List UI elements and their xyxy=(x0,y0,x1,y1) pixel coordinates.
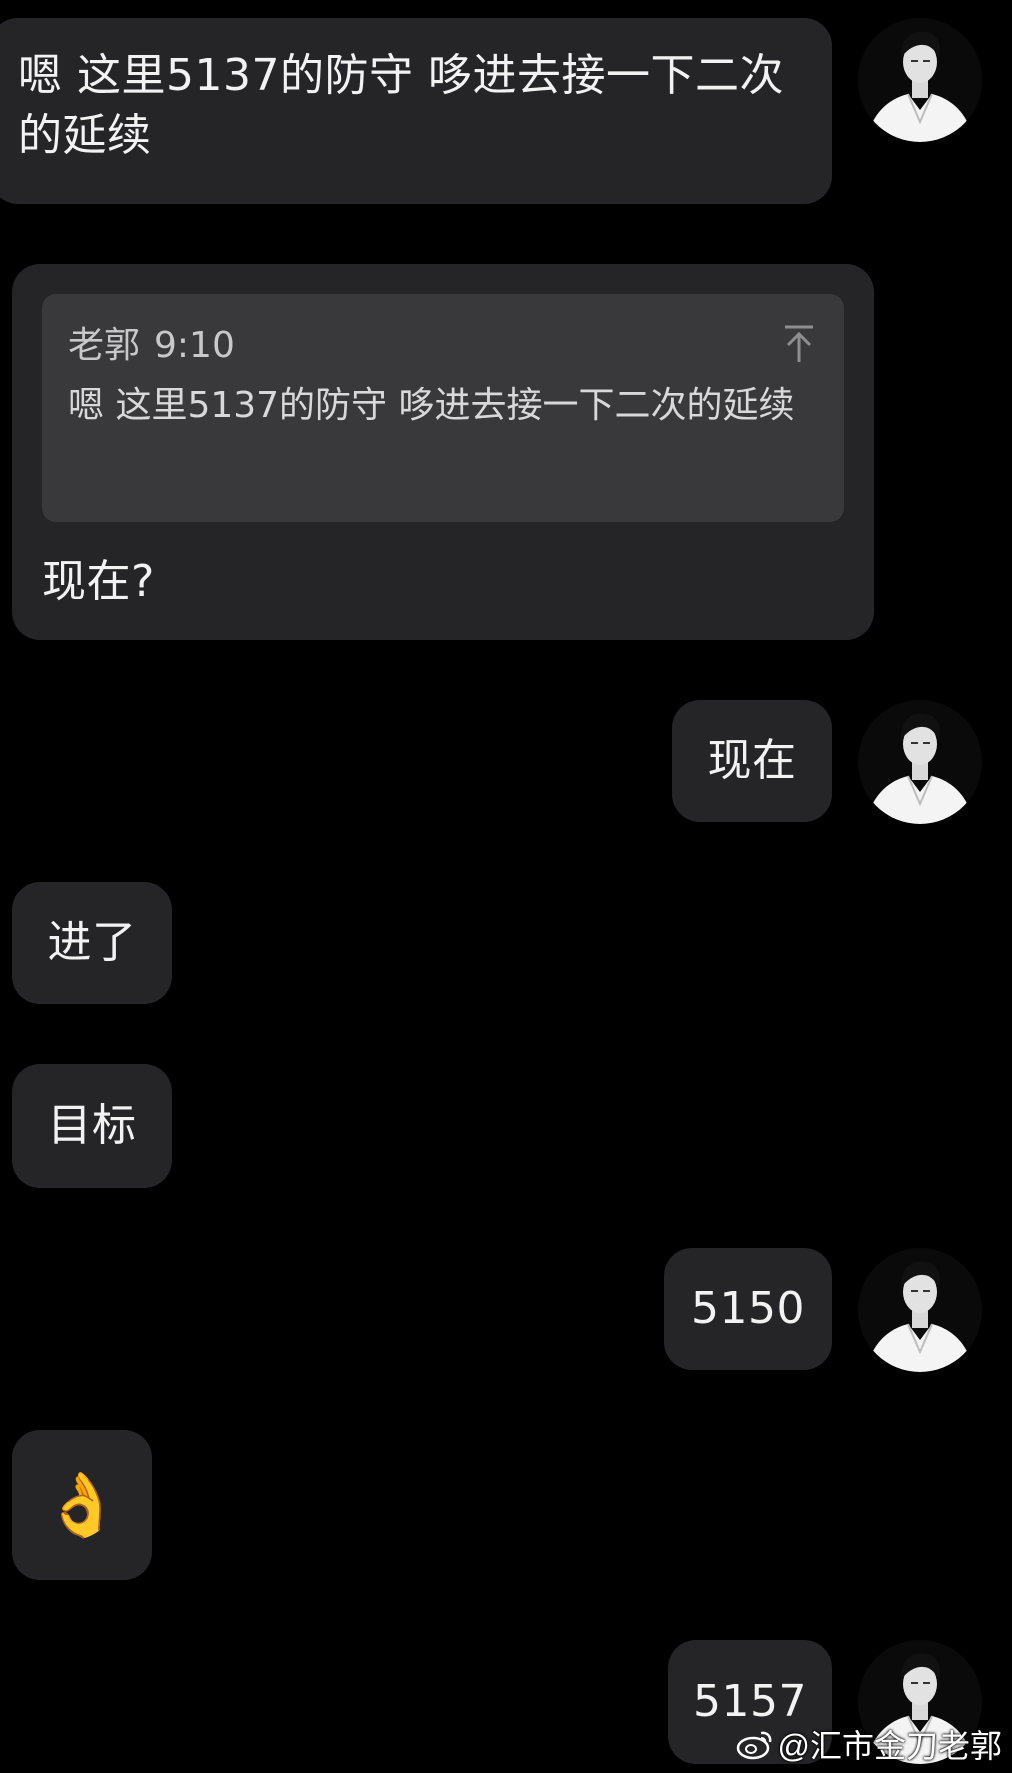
watermark-text: @汇市金刀老郭 xyxy=(777,1728,1003,1764)
message-bubble-incoming[interactable]: 目标 xyxy=(12,1064,172,1188)
quoted-message-header: 老郭 9:10 xyxy=(68,322,820,370)
message-text: 5150 xyxy=(691,1283,805,1334)
avatar[interactable] xyxy=(858,1248,982,1372)
avatar-image xyxy=(858,1248,982,1372)
message-bubble-outgoing[interactable]: 现在 xyxy=(672,700,832,822)
reply-message-bubble[interactable]: 老郭 9:10 嗯 这里5137的防守 哆进去接一下二次的延续 现在? xyxy=(12,264,874,640)
weibo-icon xyxy=(736,1731,771,1760)
weibo-watermark: @汇市金刀老郭 xyxy=(736,1721,1003,1767)
ok-hand-emoji: 👌 xyxy=(43,1468,121,1541)
avatar-image xyxy=(858,700,982,824)
quoted-time: 9:10 xyxy=(154,325,235,366)
avatar[interactable] xyxy=(858,18,982,142)
message-bubble-incoming[interactable]: 嗯 这里5137的防守 哆进去接一下二次的延续 xyxy=(0,18,832,204)
message-text: 现在? xyxy=(42,556,155,607)
quoted-author: 老郭 xyxy=(68,325,141,366)
message-bubble-outgoing[interactable]: 5150 xyxy=(664,1248,832,1370)
message-text: 目标 xyxy=(47,1100,137,1151)
message-bubble-incoming[interactable]: 进了 xyxy=(12,882,172,1004)
message-text: 嗯 这里5137的防守 哆进去接一下二次的延续 xyxy=(18,50,784,161)
avatar-image xyxy=(858,18,982,142)
message-bubble-incoming[interactable]: 👌 xyxy=(12,1430,152,1580)
quoted-message-text: 嗯 这里5137的防守 哆进去接一下二次的延续 xyxy=(68,385,795,426)
message-text: 进了 xyxy=(47,917,137,968)
avatar[interactable] xyxy=(858,700,982,824)
quoted-message-card[interactable]: 老郭 9:10 嗯 这里5137的防守 哆进去接一下二次的延续 xyxy=(42,294,844,522)
jump-to-message-icon[interactable] xyxy=(782,324,816,364)
message-text: 现在 xyxy=(707,735,797,786)
